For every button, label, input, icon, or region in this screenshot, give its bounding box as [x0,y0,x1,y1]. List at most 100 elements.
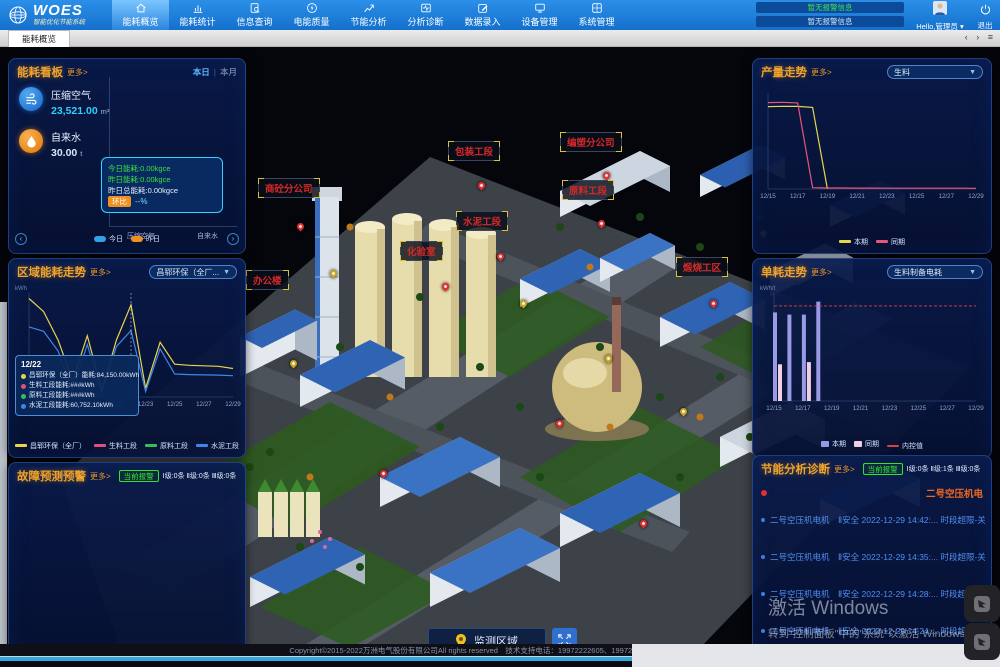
app-window: WOES 智能优化节能系统 能耗概览 能耗统计 信息查询 电能质量 [0,0,1000,667]
more-link[interactable]: 更多> [811,267,832,278]
home-icon [135,2,147,14]
tab-energy-overview[interactable]: 能耗概览 [8,30,70,47]
panel-title: 故障预测预警 [17,468,86,484]
unit-dropdown[interactable]: 生料制备电耗▼ [887,265,983,279]
panel-fault-prediction: 故障预测预警 更多> 当前报警 Ⅰ级:0条 Ⅱ级:0条 Ⅲ级:0条 [8,462,246,648]
prev-arrow-button[interactable]: ‹ [15,233,27,245]
map-label-laboratory[interactable]: 化验室 [400,241,443,261]
nav-item-power-quality[interactable]: 电能质量 [283,0,340,30]
trend-icon [363,2,375,14]
nav-item-device-mgmt[interactable]: 设备管理 [511,0,568,30]
panel-unit-consumption-trend: 单耗走势 更多> 生料制备电耗▼ kWh/t12/1512/1712/1912/… [752,258,992,458]
logout-button[interactable]: 退出 [972,2,998,31]
nav-item-analysis-diagnosis[interactable]: 分析诊断 [397,0,454,30]
avatar [933,1,947,15]
more-link[interactable]: 更多> [67,67,88,78]
svg-text:12/15: 12/15 [766,405,782,412]
panel-title: 节能分析诊断 [761,461,830,477]
diagnosis-list-item[interactable]: 二号空压机电机 Ⅱ安全 2022-12-29 14:28:... 时段超限-关.… [761,588,985,600]
map-label-calcination-area[interactable]: 煅烧工区 [676,257,728,277]
svg-text:12/23: 12/23 [879,193,895,200]
panel-title: 产量走势 [761,64,807,80]
svg-text:12/27: 12/27 [939,193,955,200]
overlay-tool-button-2[interactable] [964,623,1000,660]
more-link[interactable]: 更多> [811,67,832,78]
production-dropdown[interactable]: 生料▼ [887,65,983,79]
map-label-office-building[interactable]: 办公楼 [246,270,289,290]
alert-banners: 暂无报警信息 暂无报警信息 [756,2,904,30]
nav-item-energy-overview[interactable]: 能耗概览 [112,0,169,30]
region-legend: 昌郓环保（全厂）生料工段原料工段水泥工段 [9,434,245,452]
diagnosis-list-item[interactable]: 二号空压机电机 Ⅱ安全 2022-12-29 14:24:... 时段超限-关.… [761,625,985,637]
production-legend: 本期同期 [753,230,991,248]
more-link[interactable]: 更多> [834,464,855,475]
tab-bar: 能耗概览 ‹ › ≡ [0,30,1000,47]
svg-text:kWh/t: kWh/t [760,286,776,292]
diagnosis-icon [420,2,432,14]
nav-item-info-query[interactable]: 信息查询 [226,0,283,30]
tab-scroll-controls[interactable]: ‹ › ≡ [965,32,996,42]
top-navbar: WOES 智能优化节能系统 能耗概览 能耗统计 信息查询 电能质量 [0,0,1000,30]
svg-text:12/15: 12/15 [760,193,776,200]
overlay-tool-button-1[interactable] [964,585,1000,622]
map-label-raw-material-section[interactable]: 原料工段 [562,180,614,200]
svg-text:12/29: 12/29 [968,405,984,412]
metric-compressed-air: 压缩空气 23,521.00 m³ [19,87,109,117]
svg-text:12/27: 12/27 [196,401,212,408]
logo-subtitle: 智能优化节能系统 [33,20,85,27]
more-link[interactable]: 更多> [90,267,111,278]
alert-banner-1: 暂无报警信息 [756,2,904,13]
tab-menu-icon: ≡ [988,32,996,42]
svg-text:12/19: 12/19 [820,193,836,200]
panel-energy-diagnosis: 节能分析诊断 更多> 当前报警 Ⅰ级:0条 Ⅱ级:1条 Ⅲ级:0条 二号空压机电… [752,455,992,648]
current-alarm-chip[interactable]: 当前报警 [863,463,903,475]
svg-text:12/21: 12/21 [849,193,865,200]
bottom-right-strip [632,644,1000,667]
main-area: 商砼分公司 包装工段 编塑分公司 原料工段 水泥工段 化验室 办公楼 煅烧工区 … [0,47,1000,648]
current-alarm-chip[interactable]: 当前报警 [119,470,159,482]
overlay-tool-icon [972,594,992,614]
map-label-concrete-branch[interactable]: 商砼分公司 [258,178,320,198]
globe-icon [8,5,28,25]
power-icon [980,4,991,15]
panel-energy-kanban: 能耗看板 更多> 本日 | 本月 压缩空气 23,521.00 m³ [8,58,246,254]
nav-item-system-mgmt[interactable]: 系统管理 [568,0,625,30]
nav-item-energy-analysis[interactable]: 节能分析 [340,0,397,30]
edit-icon [477,2,489,14]
compressed-air-icon [19,87,43,111]
region-dropdown[interactable]: 昌郓环保（全厂...▼ [149,265,237,279]
user-menu[interactable]: Hello,管理员 ▾ [908,1,972,32]
svg-text:12/23: 12/23 [882,405,898,412]
kanban-legend: 今日昨日 [9,229,245,247]
overlay-tool-icon [972,632,992,652]
diagnosis-list-item[interactable]: 二号空压机电机 Ⅱ安全 2022-12-29 14:35:... 时段超限-关.… [761,551,985,563]
nav-item-data-entry[interactable]: 数据录入 [454,0,511,30]
main-nav: 能耗概览 能耗统计 信息查询 电能质量 节能分析 分析诊断 [112,0,625,30]
map-label-packing-section[interactable]: 包装工段 [448,141,500,161]
svg-text:12/19: 12/19 [824,405,840,412]
water-drop-icon [19,129,43,153]
more-link[interactable]: 更多> [90,471,111,482]
production-trend-chart: 12/1512/1712/1912/2112/2312/2512/2712/29 [758,85,986,221]
svg-text:12/29: 12/29 [225,401,241,408]
panel-title: 区域能耗走势 [17,264,86,280]
system-icon [591,2,603,14]
app-logo: WOES 智能优化节能系统 [0,0,112,30]
svg-text:12/17: 12/17 [790,193,806,200]
diagnosis-list-item[interactable]: 二号空压机电机 Ⅱ安全 2022-12-29 14:42:... 时段超限-关.… [761,514,985,526]
svg-text:kWh: kWh [15,286,27,292]
search-doc-icon [249,2,261,14]
unit-consumption-chart: kWh/t12/1512/1712/1912/2112/2312/2512/27… [758,283,986,431]
panel-title: 单耗走势 [761,264,807,280]
panel-title: 能耗看板 [17,64,63,80]
svg-text:12/23: 12/23 [138,401,154,408]
bar-chart-icon [192,2,204,14]
next-arrow-button[interactable]: › [227,233,239,245]
map-label-weaving-branch[interactable]: 编塑分公司 [560,132,622,152]
panel-production-trend: 产量走势 更多> 生料▼ 12/15 12/17 12/19 12/21 12/23 12… [752,58,992,254]
alarm-marquee: 二号空压机电 [761,486,983,500]
map-label-cement-section[interactable]: 水泥工段 [456,211,508,231]
svg-text:12/25: 12/25 [911,405,927,412]
alarm-level-counts: Ⅰ级:0条 Ⅱ级:0条 Ⅲ级:0条 [163,471,237,481]
nav-item-energy-stats[interactable]: 能耗统计 [169,0,226,30]
